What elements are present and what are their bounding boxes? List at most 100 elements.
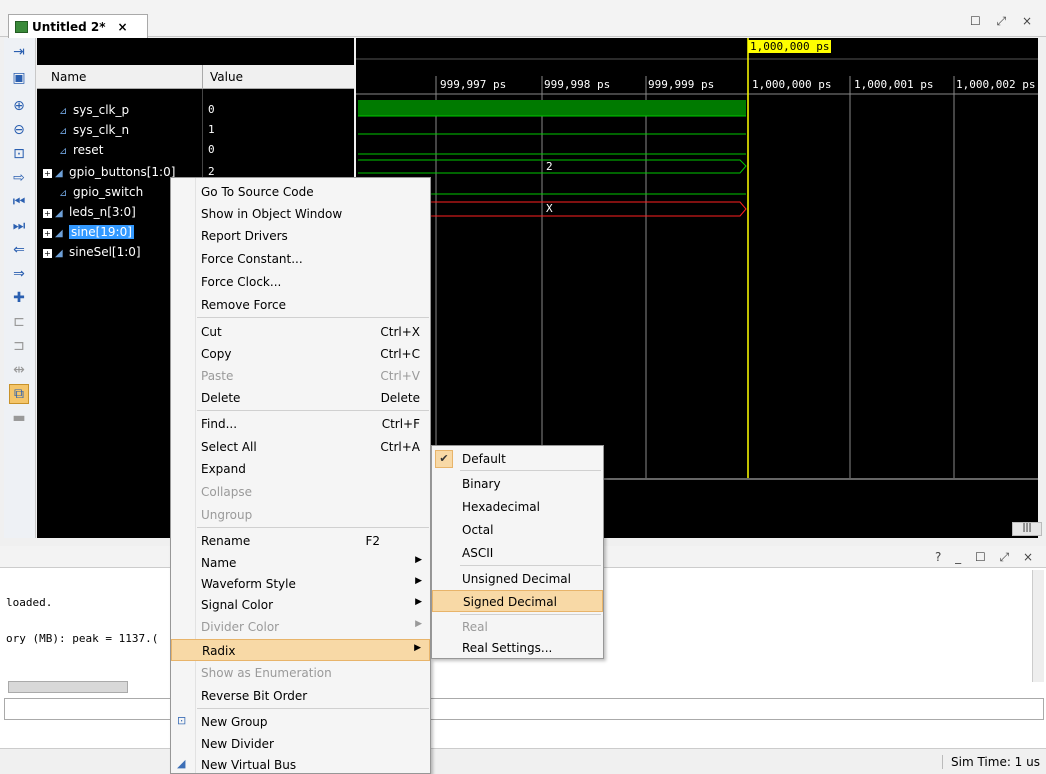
save-icon[interactable]: ▣	[9, 68, 29, 88]
menu-item-force-constant[interactable]: Force Constant...	[171, 248, 430, 270]
radix-item-hexadecimal[interactable]: Hexadecimal	[432, 496, 603, 518]
signal-value: 0	[208, 103, 215, 116]
menu-item-copy[interactable]: Copy Ctrl+C	[171, 343, 430, 365]
previous-transition-icon[interactable]: ⇐	[9, 240, 29, 260]
menu-item-collapse[interactable]: Collapse	[171, 481, 430, 503]
virtual-bus-icon: ◢	[177, 757, 186, 770]
menu-item-reverse-bit-order[interactable]: Reverse Bit Order	[171, 685, 430, 707]
bus-icon: ◢	[55, 168, 63, 179]
expand-icon[interactable]: +	[43, 229, 52, 238]
menu-item-new-group[interactable]: ⊡ New Group	[171, 711, 430, 733]
menu-separator	[460, 614, 601, 615]
status-bar: Sim Time: 1 us	[0, 748, 1046, 774]
menu-item-name[interactable]: Name ▶	[171, 552, 430, 574]
time-tick: 999,997 ps	[440, 78, 507, 91]
next-marker-icon[interactable]: ⊐	[9, 336, 29, 356]
signal-value: 1	[208, 123, 215, 136]
submenu-arrow-icon: ▶	[415, 576, 422, 586]
collapse-panel-icon[interactable]: ⇥	[9, 42, 29, 62]
console-line: ory (MB): peak = 1137.(	[6, 632, 159, 645]
menu-item-rename[interactable]: Rename F2	[171, 530, 430, 552]
tab-bar: Untitled 2* × ☐ ⤢ ×	[0, 0, 1046, 38]
swap-cursors-icon[interactable]: ⇹	[9, 360, 29, 380]
radix-item-signed-decimal[interactable]: Signed Decimal	[432, 590, 603, 612]
name-column-header[interactable]: Name	[51, 70, 86, 84]
signal-row[interactable]: ⊿ sys_clk_n 1	[37, 120, 354, 140]
cursor-time-label[interactable]: 1,000,000 ps	[748, 40, 832, 53]
signal-icon: ⊿	[59, 126, 68, 137]
console-line: loaded.	[6, 596, 53, 609]
signal-row[interactable]: ⊿ reset 0	[37, 140, 354, 160]
signal-name: sys_clk_n	[73, 123, 130, 137]
menu-item-divider-color[interactable]: Divider Color ▶	[171, 616, 430, 638]
go-to-start-icon[interactable]: ⏮	[9, 192, 29, 212]
menu-item-delete[interactable]: Delete Delete	[171, 387, 430, 409]
radix-item-default[interactable]: ✔ Default	[432, 448, 603, 470]
menu-item-ungroup[interactable]: Ungroup	[171, 504, 430, 526]
bus-icon: ◢	[55, 228, 63, 239]
signal-name: gpio_switch	[73, 185, 144, 199]
menu-item-cut[interactable]: Cut Ctrl+X	[171, 321, 430, 343]
menu-item-report-drivers[interactable]: Report Drivers	[171, 225, 430, 247]
add-marker-icon[interactable]: ✚	[9, 288, 29, 308]
previous-marker-icon[interactable]: ⊏	[9, 312, 29, 332]
menu-item-show-in-object-window[interactable]: Show in Object Window	[171, 203, 430, 225]
radix-item-ascii[interactable]: ASCII	[432, 542, 603, 564]
menu-item-new-divider[interactable]: New Divider	[171, 733, 430, 755]
menu-item-expand[interactable]: Expand	[171, 458, 430, 480]
menu-item-force-clock[interactable]: Force Clock...	[171, 271, 430, 293]
menu-item-find[interactable]: Find... Ctrl+F	[171, 413, 430, 435]
menu-separator	[460, 470, 601, 471]
horizontal-scroll-thumb[interactable]: |||	[1012, 522, 1042, 536]
radix-item-real[interactable]: Real	[432, 616, 603, 638]
menu-separator	[197, 317, 429, 318]
menu-item-select-all[interactable]: Select All Ctrl+A	[171, 436, 430, 458]
menu-item-radix[interactable]: Radix ▶	[171, 639, 430, 661]
column-divider[interactable]	[202, 65, 203, 89]
next-transition-icon[interactable]: ⇒	[9, 264, 29, 284]
zoom-fit-icon[interactable]: ⊡	[9, 144, 29, 164]
time-tick: 999,999 ps	[648, 78, 715, 91]
radix-item-binary[interactable]: Binary	[432, 473, 603, 495]
go-to-cursor-icon[interactable]: ⇨	[9, 168, 29, 188]
radix-item-octal[interactable]: Octal	[432, 519, 603, 541]
signal-value: 0	[208, 143, 215, 156]
menu-item-waveform-style[interactable]: Waveform Style ▶	[171, 573, 430, 595]
signal-icon: ⊿	[59, 188, 68, 199]
menu-item-signal-color[interactable]: Signal Color ▶	[171, 594, 430, 616]
menu-item-remove-force[interactable]: Remove Force	[171, 294, 430, 316]
signal-name: sys_clk_p	[73, 103, 130, 117]
submenu-arrow-icon: ▶	[415, 597, 422, 607]
menu-item-paste[interactable]: Paste Ctrl+V	[171, 365, 430, 387]
radix-item-real-settings[interactable]: Real Settings...	[432, 637, 603, 659]
console-horizontal-scrollbar[interactable]	[8, 681, 128, 693]
menu-separator	[197, 410, 429, 411]
window-controls[interactable]: ☐ ⤢ ×	[970, 14, 1038, 29]
console-vertical-scrollbar[interactable]	[1032, 570, 1044, 682]
console-window-controls[interactable]: ? _ ☐ ⤢ ×	[935, 550, 1038, 565]
checkmark-icon: ✔	[435, 450, 453, 468]
expand-icon[interactable]: +	[43, 169, 52, 178]
zoom-in-icon[interactable]: ⊕	[9, 96, 29, 116]
time-tick: 1,000,000 ps	[752, 78, 832, 91]
bus-value-label: X	[546, 202, 553, 215]
waveform-window: Untitled 2* × ☐ ⤢ × ⇥ ▣ ⊕ ⊖ ⊡ ⇨ ⏮ ⏭ ⇐ ⇒ …	[0, 0, 1046, 774]
menu-item-new-virtual-bus[interactable]: ◢ New Virtual Bus	[171, 754, 430, 774]
submenu-arrow-icon: ▶	[415, 619, 422, 629]
menu-item-go-to-source[interactable]: Go To Source Code	[171, 181, 430, 203]
expand-icon[interactable]: +	[43, 209, 52, 218]
zoom-out-icon[interactable]: ⊖	[9, 120, 29, 140]
tab-untitled-2[interactable]: Untitled 2* ×	[8, 14, 148, 38]
bus-icon: ◢	[55, 208, 63, 219]
tab-close-icon[interactable]: ×	[118, 20, 128, 34]
snap-to-transition-icon[interactable]: ⧉	[9, 384, 29, 404]
signal-row[interactable]: ⊿ sys_clk_p 0	[37, 100, 354, 120]
expand-icon[interactable]: +	[43, 249, 52, 258]
floating-ruler-icon[interactable]: ▬	[9, 408, 29, 428]
tcl-command-input[interactable]	[4, 698, 1044, 720]
name-value-header: Name Value	[37, 65, 354, 89]
value-column-header[interactable]: Value	[210, 70, 243, 84]
menu-item-show-as-enumeration[interactable]: Show as Enumeration	[171, 662, 430, 684]
radix-item-unsigned-decimal[interactable]: Unsigned Decimal	[432, 568, 603, 590]
go-to-end-icon[interactable]: ⏭	[9, 216, 29, 236]
